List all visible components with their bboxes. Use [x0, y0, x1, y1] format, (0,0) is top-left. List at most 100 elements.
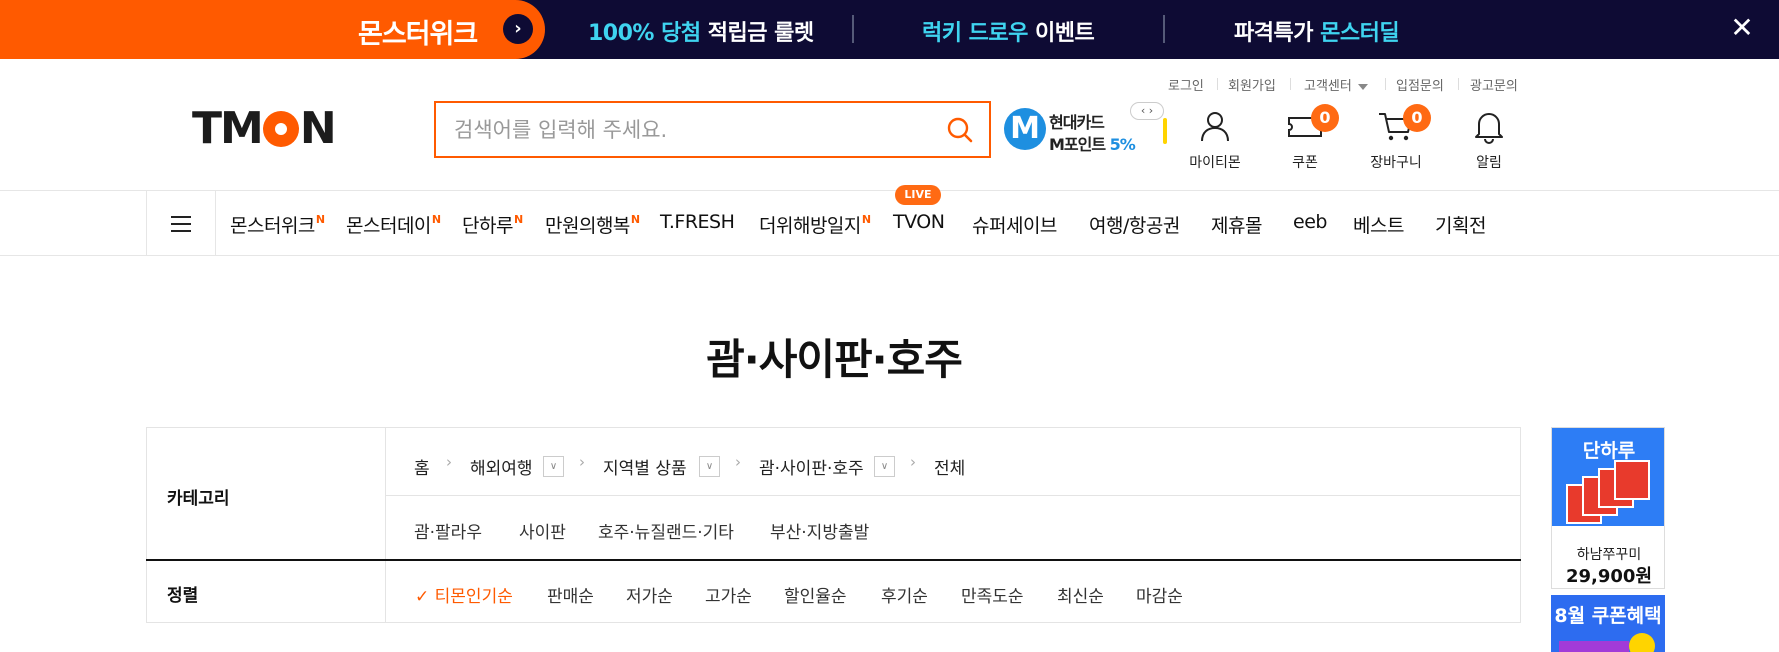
category-label-cell: 카테고리 [147, 428, 386, 559]
login-link[interactable]: 로그인 [1168, 75, 1204, 94]
new-badge: N [431, 213, 441, 226]
promo-monster-deal-text: 파격특가 [1234, 21, 1321, 46]
side-banner-header: 단하루 [1552, 428, 1664, 526]
card-promo-next-peek [1163, 118, 1167, 144]
search-input[interactable] [454, 115, 924, 145]
nav-item-eeb[interactable]: eeb [1293, 211, 1327, 233]
promo-lucky-draw-text: 이벤트 [1027, 21, 1095, 46]
nav-item-super-save[interactable]: 슈퍼세이브 [972, 211, 1057, 238]
sort-low-price[interactable]: 저가순 [626, 582, 673, 607]
nav-item-monster-day[interactable]: 몬스터데이N [346, 211, 441, 238]
util-divider [1217, 78, 1218, 90]
chevron-right-icon: › [579, 453, 585, 471]
chevron-down-icon[interactable]: ∨ [874, 456, 895, 477]
subcategory-australia-nz[interactable]: 호주·뉴질랜드·기타 [598, 518, 734, 543]
alarm-label: 알림 [1476, 155, 1502, 171]
subcategory-guam-palau[interactable]: 괌·팔라우 [414, 518, 482, 543]
tmon-logo[interactable]: TM N [192, 103, 337, 154]
nav-item-monster-week[interactable]: 몬스터위크N [230, 211, 325, 238]
sort-satisfaction[interactable]: 만족도순 [961, 582, 1024, 607]
coupon-count-badge: 0 [1311, 104, 1339, 132]
promo-monster-deal-link[interactable]: 파격특가 몬스터딜 [1234, 15, 1400, 47]
cart-count-badge: 0 [1403, 104, 1431, 132]
close-icon[interactable]: ✕ [1728, 12, 1756, 44]
breadcrumb-by-region[interactable]: 지역별 상품 [603, 454, 687, 479]
nav-item-travel[interactable]: 여행/항공권 [1089, 211, 1180, 238]
nav-item-partner-mall[interactable]: 제휴몰 [1211, 211, 1262, 238]
sort-tmon-popular[interactable]: ✓ 티몬인기순 [415, 582, 513, 607]
chevron-down-icon[interactable]: ∨ [543, 456, 564, 477]
search-box [434, 101, 991, 158]
hamburger-icon [171, 216, 191, 237]
coupon-label: 쿠폰 [1292, 155, 1318, 171]
sort-discount[interactable]: 할인율순 [784, 582, 847, 607]
signup-link[interactable]: 회원가입 [1228, 75, 1276, 94]
side-banner-one-day[interactable]: 단하루 하남쭈꾸미 29,900원 [1551, 427, 1665, 589]
logo-text-suffix: N [299, 103, 337, 154]
page-title: 괌·사이판·호주 [706, 335, 963, 384]
sort-closing[interactable]: 마감순 [1136, 582, 1183, 607]
ad-inquiry-link[interactable]: 광고문의 [1470, 75, 1518, 94]
logo-text-prefix: TM [192, 103, 264, 154]
breadcrumb-home[interactable]: 홈 [414, 454, 430, 479]
new-badge: N [315, 213, 325, 226]
sort-label: 정렬 [167, 586, 199, 606]
nav-item-best[interactable]: 베스트 [1353, 211, 1404, 238]
caret-down-icon [1357, 83, 1368, 90]
new-badge: N [861, 213, 871, 226]
all-menu-button[interactable] [146, 191, 216, 255]
nav-item-exhibition[interactable]: 기획전 [1435, 211, 1486, 238]
promo-monster-week-label: 몬스터위크 [358, 19, 478, 50]
nav-item-label: 슈퍼세이브 [972, 215, 1057, 237]
chevron-right-icon: › [735, 453, 741, 471]
nav-item-label: 베스트 [1353, 215, 1404, 237]
sort-newest[interactable]: 최신순 [1057, 582, 1104, 607]
side-banner-coupon[interactable]: 8월 쿠폰혜택 [1551, 595, 1665, 652]
nav-item-tfresh[interactable]: T.FRESH [660, 211, 735, 233]
customer-center-label: 고객센터 [1304, 79, 1352, 94]
side-banner-coupon-title: 8월 쿠폰혜택 [1554, 605, 1662, 627]
promo-roulette-text: 적립금 룰렛 [700, 21, 814, 46]
chevron-down-icon[interactable]: ∨ [699, 456, 720, 477]
category-nav: 몬스터위크N 몬스터데이N 단하루N 만원의행복N T.FRESH 더위해방일지… [0, 190, 1779, 256]
category-label: 카테고리 [167, 489, 230, 509]
promo-roulette-link[interactable]: 100% 당첨 적립금 룰렛 [588, 15, 814, 47]
nav-item-one-day[interactable]: 단하루N [462, 211, 523, 238]
breadcrumb-guam-saipan-australia[interactable]: 괌·사이판·호주 [759, 454, 864, 479]
promo-divider [852, 15, 854, 43]
subcategory-busan-regional[interactable]: 부산·지방출발 [770, 518, 869, 543]
mytmon-label: 마이티몬 [1189, 155, 1241, 171]
promo-lucky-draw-highlight: 럭키 드로우 [922, 21, 1028, 46]
new-badge: N [513, 213, 523, 226]
nav-item-tvon[interactable]: TVON [893, 211, 945, 233]
logo-o-mark [262, 111, 299, 147]
search-icon[interactable] [945, 115, 975, 145]
sort-sales[interactable]: 판매순 [547, 582, 594, 607]
customer-center-link[interactable]: 고객센터 [1304, 75, 1368, 94]
sort-reviews[interactable]: 후기순 [881, 582, 928, 607]
sort-high-price[interactable]: 고가순 [705, 582, 752, 607]
card-promo-point-text: M포인트 [1049, 135, 1110, 154]
nav-item-label: 몬스터위크 [230, 215, 315, 237]
util-divider [1458, 78, 1459, 90]
card-promo-line1: 현대카드 [1049, 113, 1105, 132]
partner-inquiry-link[interactable]: 입점문의 [1396, 75, 1444, 94]
side-banner-product-name: 하남쭈꾸미 [1576, 547, 1642, 563]
nav-item-label: 단하루 [462, 215, 513, 237]
smiley-icon [1629, 633, 1655, 652]
nav-item-label: 몬스터데이 [346, 215, 431, 237]
promo-lucky-draw-link[interactable]: 럭키 드로우 이벤트 [922, 15, 1095, 47]
coupon-image [1559, 641, 1629, 652]
card-promo-percent: 5% [1109, 135, 1136, 154]
promo-monster-week-banner[interactable]: 몬스터위크 › [0, 0, 545, 59]
nav-item-happiness[interactable]: 만원의행복N [545, 211, 640, 238]
side-banner-price: 29,900원 [1565, 566, 1653, 587]
nav-item-heat-relief[interactable]: 더위해방일지N [759, 211, 871, 238]
breadcrumb-overseas-travel[interactable]: 해외여행 [470, 454, 533, 479]
sort-label-cell: 정렬 [147, 561, 386, 623]
card-promo-nav-arrows[interactable]: ‹ › [1130, 102, 1164, 120]
subcategory-saipan[interactable]: 사이판 [519, 518, 566, 543]
util-divider [1385, 78, 1386, 90]
breadcrumb: 홈 › 해외여행 ∨ › 지역별 상품 ∨ › 괌·사이판·호주 ∨ › 전체 [386, 428, 1520, 496]
nav-item-label: 더위해방일지 [759, 215, 861, 237]
